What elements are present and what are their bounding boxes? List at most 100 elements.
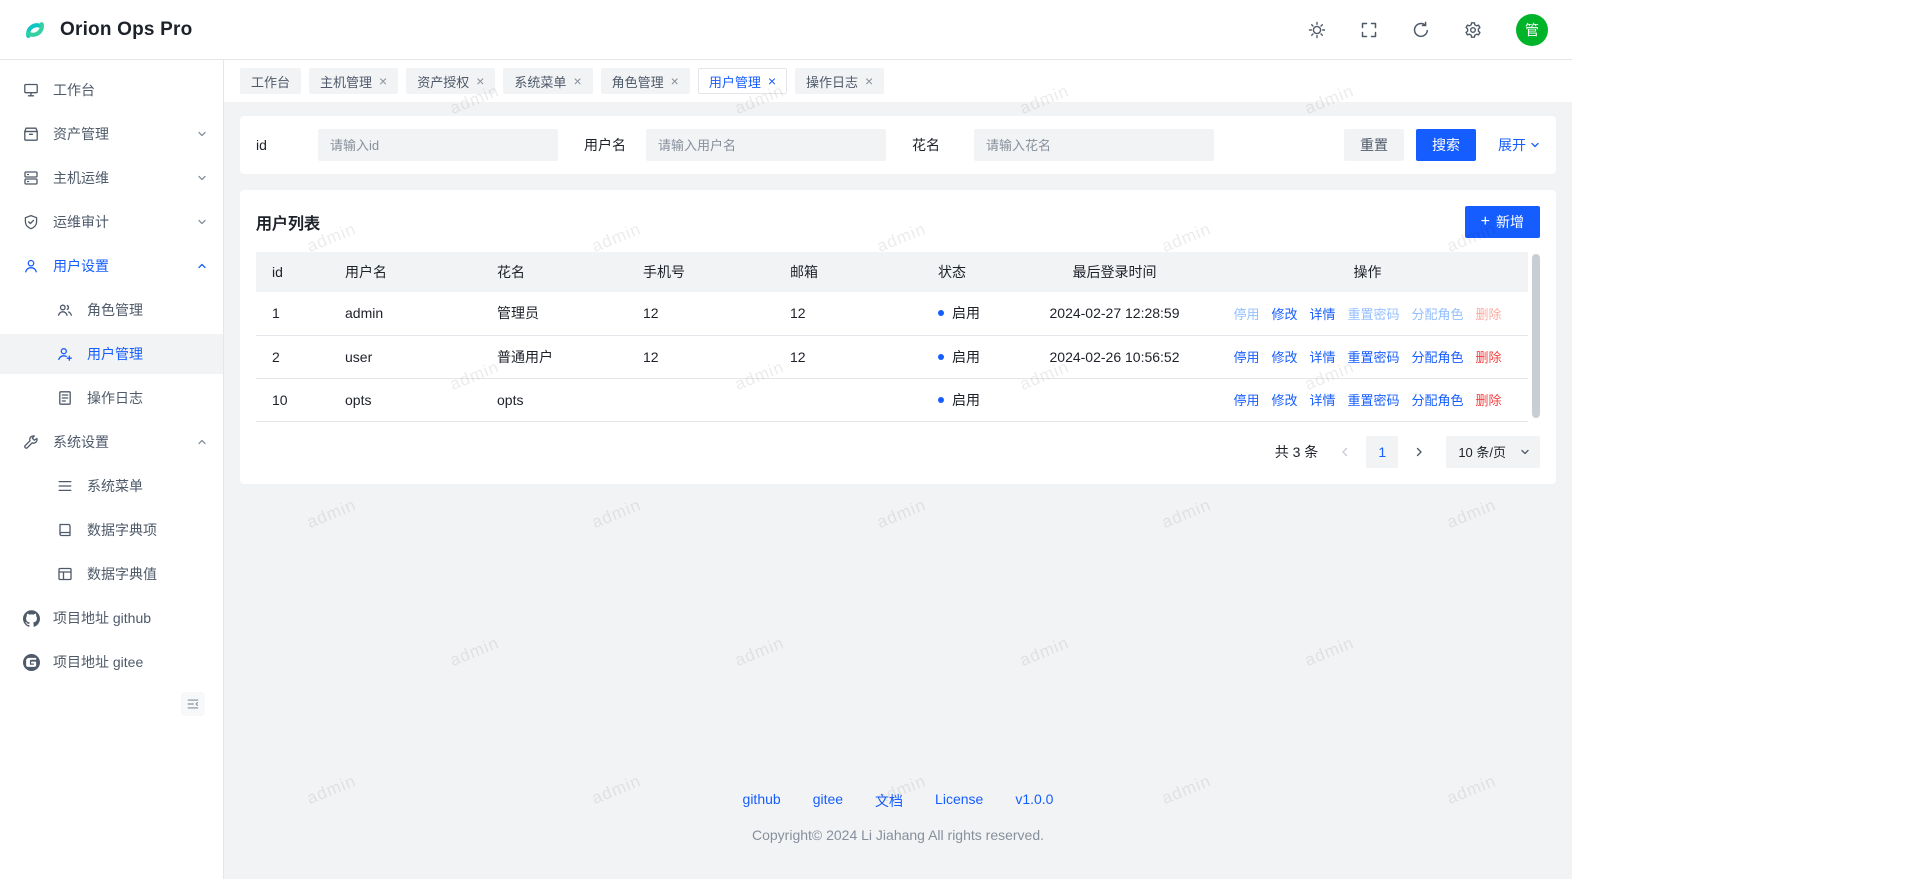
chevron-down-icon (197, 129, 207, 139)
avatar[interactable]: 管 (1516, 14, 1548, 46)
sidebar-item-op-log[interactable]: 操作日志 (0, 378, 223, 418)
fullscreen-icon[interactable] (1360, 21, 1378, 39)
nickname-input[interactable] (974, 129, 1214, 161)
chevron-up-icon (197, 437, 207, 447)
action-edit[interactable]: 修改 (1271, 347, 1297, 366)
column-header-id: id (256, 252, 329, 292)
page-number-1[interactable]: 1 (1366, 436, 1398, 468)
settings-gear-icon[interactable] (1464, 21, 1482, 39)
page-size-value: 10 条/页 (1458, 442, 1506, 461)
close-icon[interactable]: × (573, 74, 581, 88)
tab-user-mgmt[interactable]: 用户管理 × (698, 68, 787, 94)
cell-id: 1 (256, 292, 329, 335)
cell-last-login (1022, 378, 1207, 421)
action-detail[interactable]: 详情 (1309, 347, 1335, 366)
sidebar-item-asset[interactable]: 资产管理 (0, 114, 223, 154)
panel-title: 用户列表 (256, 210, 320, 234)
add-label: 新增 (1496, 212, 1524, 232)
scrollbar-thumb[interactable] (1532, 254, 1540, 418)
sidebar-item-label: 系统设置 (53, 432, 109, 452)
search-button[interactable]: 搜索 (1416, 129, 1476, 161)
sidebar: 工作台 资产管理 主机运维 (0, 60, 224, 879)
reset-button[interactable]: 重置 (1344, 129, 1404, 161)
sidebar-item-audit[interactable]: 运维审计 (0, 202, 223, 242)
sidebar-item-dict-key[interactable]: 数据字典项 (0, 510, 223, 550)
id-input[interactable] (318, 129, 558, 161)
sidebar-item-github[interactable]: 项目地址 github (0, 598, 223, 638)
search-field-id: id (256, 129, 558, 161)
footer-link-gitee[interactable]: gitee (813, 791, 843, 811)
top-header: Orion Ops Pro (0, 0, 1572, 60)
table-scrollbar[interactable] (1532, 252, 1540, 422)
panel-header: 用户列表 + 新增 (256, 206, 1540, 238)
status-dot (938, 354, 944, 360)
column-header-nickname: 花名 (481, 252, 627, 292)
action-reset-password[interactable]: 重置密码 (1348, 347, 1400, 366)
column-header-username: 用户名 (329, 252, 481, 292)
action-edit[interactable]: 修改 (1271, 390, 1297, 409)
column-header-actions: 操作 (1207, 252, 1528, 292)
cell-email: 12 (774, 292, 922, 335)
cell-username: opts (329, 378, 481, 421)
close-icon[interactable]: × (379, 74, 387, 88)
tab-role-mgmt[interactable]: 角色管理 × (601, 68, 690, 94)
sidebar-item-workbench[interactable]: 工作台 (0, 70, 223, 110)
tab-host-mgmt[interactable]: 主机管理 × (309, 68, 398, 94)
sidebar-item-role-mgmt[interactable]: 角色管理 (0, 290, 223, 330)
header-actions: 管 (1308, 14, 1548, 46)
action-detail[interactable]: 详情 (1309, 304, 1335, 323)
close-icon[interactable]: × (768, 74, 776, 88)
action-disable[interactable]: 停用 (1233, 347, 1259, 366)
row-actions: 停用 修改 详情 重置密码 分配角色 删除 (1223, 304, 1512, 323)
footer-link-license[interactable]: License (935, 791, 983, 811)
brand: Orion Ops Pro (20, 15, 192, 45)
cell-id: 10 (256, 378, 329, 421)
theme-toggle-icon[interactable] (1308, 21, 1326, 39)
pagination: 共 3 条 1 10 条/页 (256, 436, 1540, 468)
action-delete: 删除 (1476, 304, 1502, 323)
footer-link-version[interactable]: v1.0.0 (1015, 791, 1053, 811)
sidebar-item-user-settings[interactable]: 用户设置 (0, 246, 223, 286)
table-header-row: id 用户名 花名 手机号 邮箱 状态 最后登录时间 操作 (256, 252, 1528, 292)
tab-asset-auth[interactable]: 资产授权 × (406, 68, 495, 94)
cell-last-login: 2024-02-27 12:28:59 (1022, 292, 1207, 335)
expand-toggle[interactable]: 展开 (1498, 135, 1540, 155)
action-assign-role[interactable]: 分配角色 (1412, 347, 1464, 366)
sidebar-collapse-button[interactable] (181, 692, 205, 716)
add-user-button[interactable]: + 新增 (1465, 206, 1540, 238)
action-detail[interactable]: 详情 (1309, 390, 1335, 409)
sidebar-item-user-mgmt[interactable]: 用户管理 (0, 334, 223, 374)
table-row: 1 admin 管理员 12 12 启用 (256, 292, 1528, 335)
sidebar-item-gitee[interactable]: 项目地址 gitee (0, 642, 223, 682)
tab-system-menu[interactable]: 系统菜单 × (503, 68, 592, 94)
action-assign-role[interactable]: 分配角色 (1412, 390, 1464, 409)
tab-workbench[interactable]: 工作台 (240, 68, 301, 94)
sidebar-item-label: 运维审计 (53, 212, 109, 232)
action-reset-password[interactable]: 重置密码 (1348, 390, 1400, 409)
sidebar-item-host-ops[interactable]: 主机运维 (0, 158, 223, 198)
chevron-down-icon (1520, 447, 1530, 457)
username-input[interactable] (646, 129, 886, 161)
field-label: 花名 (912, 135, 974, 155)
action-edit[interactable]: 修改 (1271, 304, 1297, 323)
cell-status: 启用 (922, 292, 1022, 335)
next-page-button[interactable] (1406, 438, 1432, 466)
tab-op-log[interactable]: 操作日志 × (795, 68, 884, 94)
sidebar-item-system-menu[interactable]: 系统菜单 (0, 466, 223, 506)
refresh-icon[interactable] (1412, 21, 1430, 39)
sidebar-item-system-settings[interactable]: 系统设置 (0, 422, 223, 462)
user-table: id 用户名 花名 手机号 邮箱 状态 最后登录时间 操作 (256, 252, 1528, 422)
page-content: id 用户名 花名 重置 搜索 展开 (224, 102, 1572, 879)
action-delete[interactable]: 删除 (1476, 390, 1502, 409)
github-icon (22, 610, 40, 627)
close-icon[interactable]: × (671, 74, 679, 88)
footer-link-docs[interactable]: 文档 (875, 791, 903, 811)
page-size-select[interactable]: 10 条/页 (1446, 436, 1540, 468)
sidebar-item-dict-value[interactable]: 数据字典值 (0, 554, 223, 594)
close-icon[interactable]: × (476, 74, 484, 88)
close-icon[interactable]: × (865, 74, 873, 88)
field-label: 用户名 (584, 135, 646, 155)
action-disable[interactable]: 停用 (1233, 390, 1259, 409)
action-delete[interactable]: 删除 (1476, 347, 1502, 366)
footer-link-github[interactable]: github (743, 791, 781, 811)
